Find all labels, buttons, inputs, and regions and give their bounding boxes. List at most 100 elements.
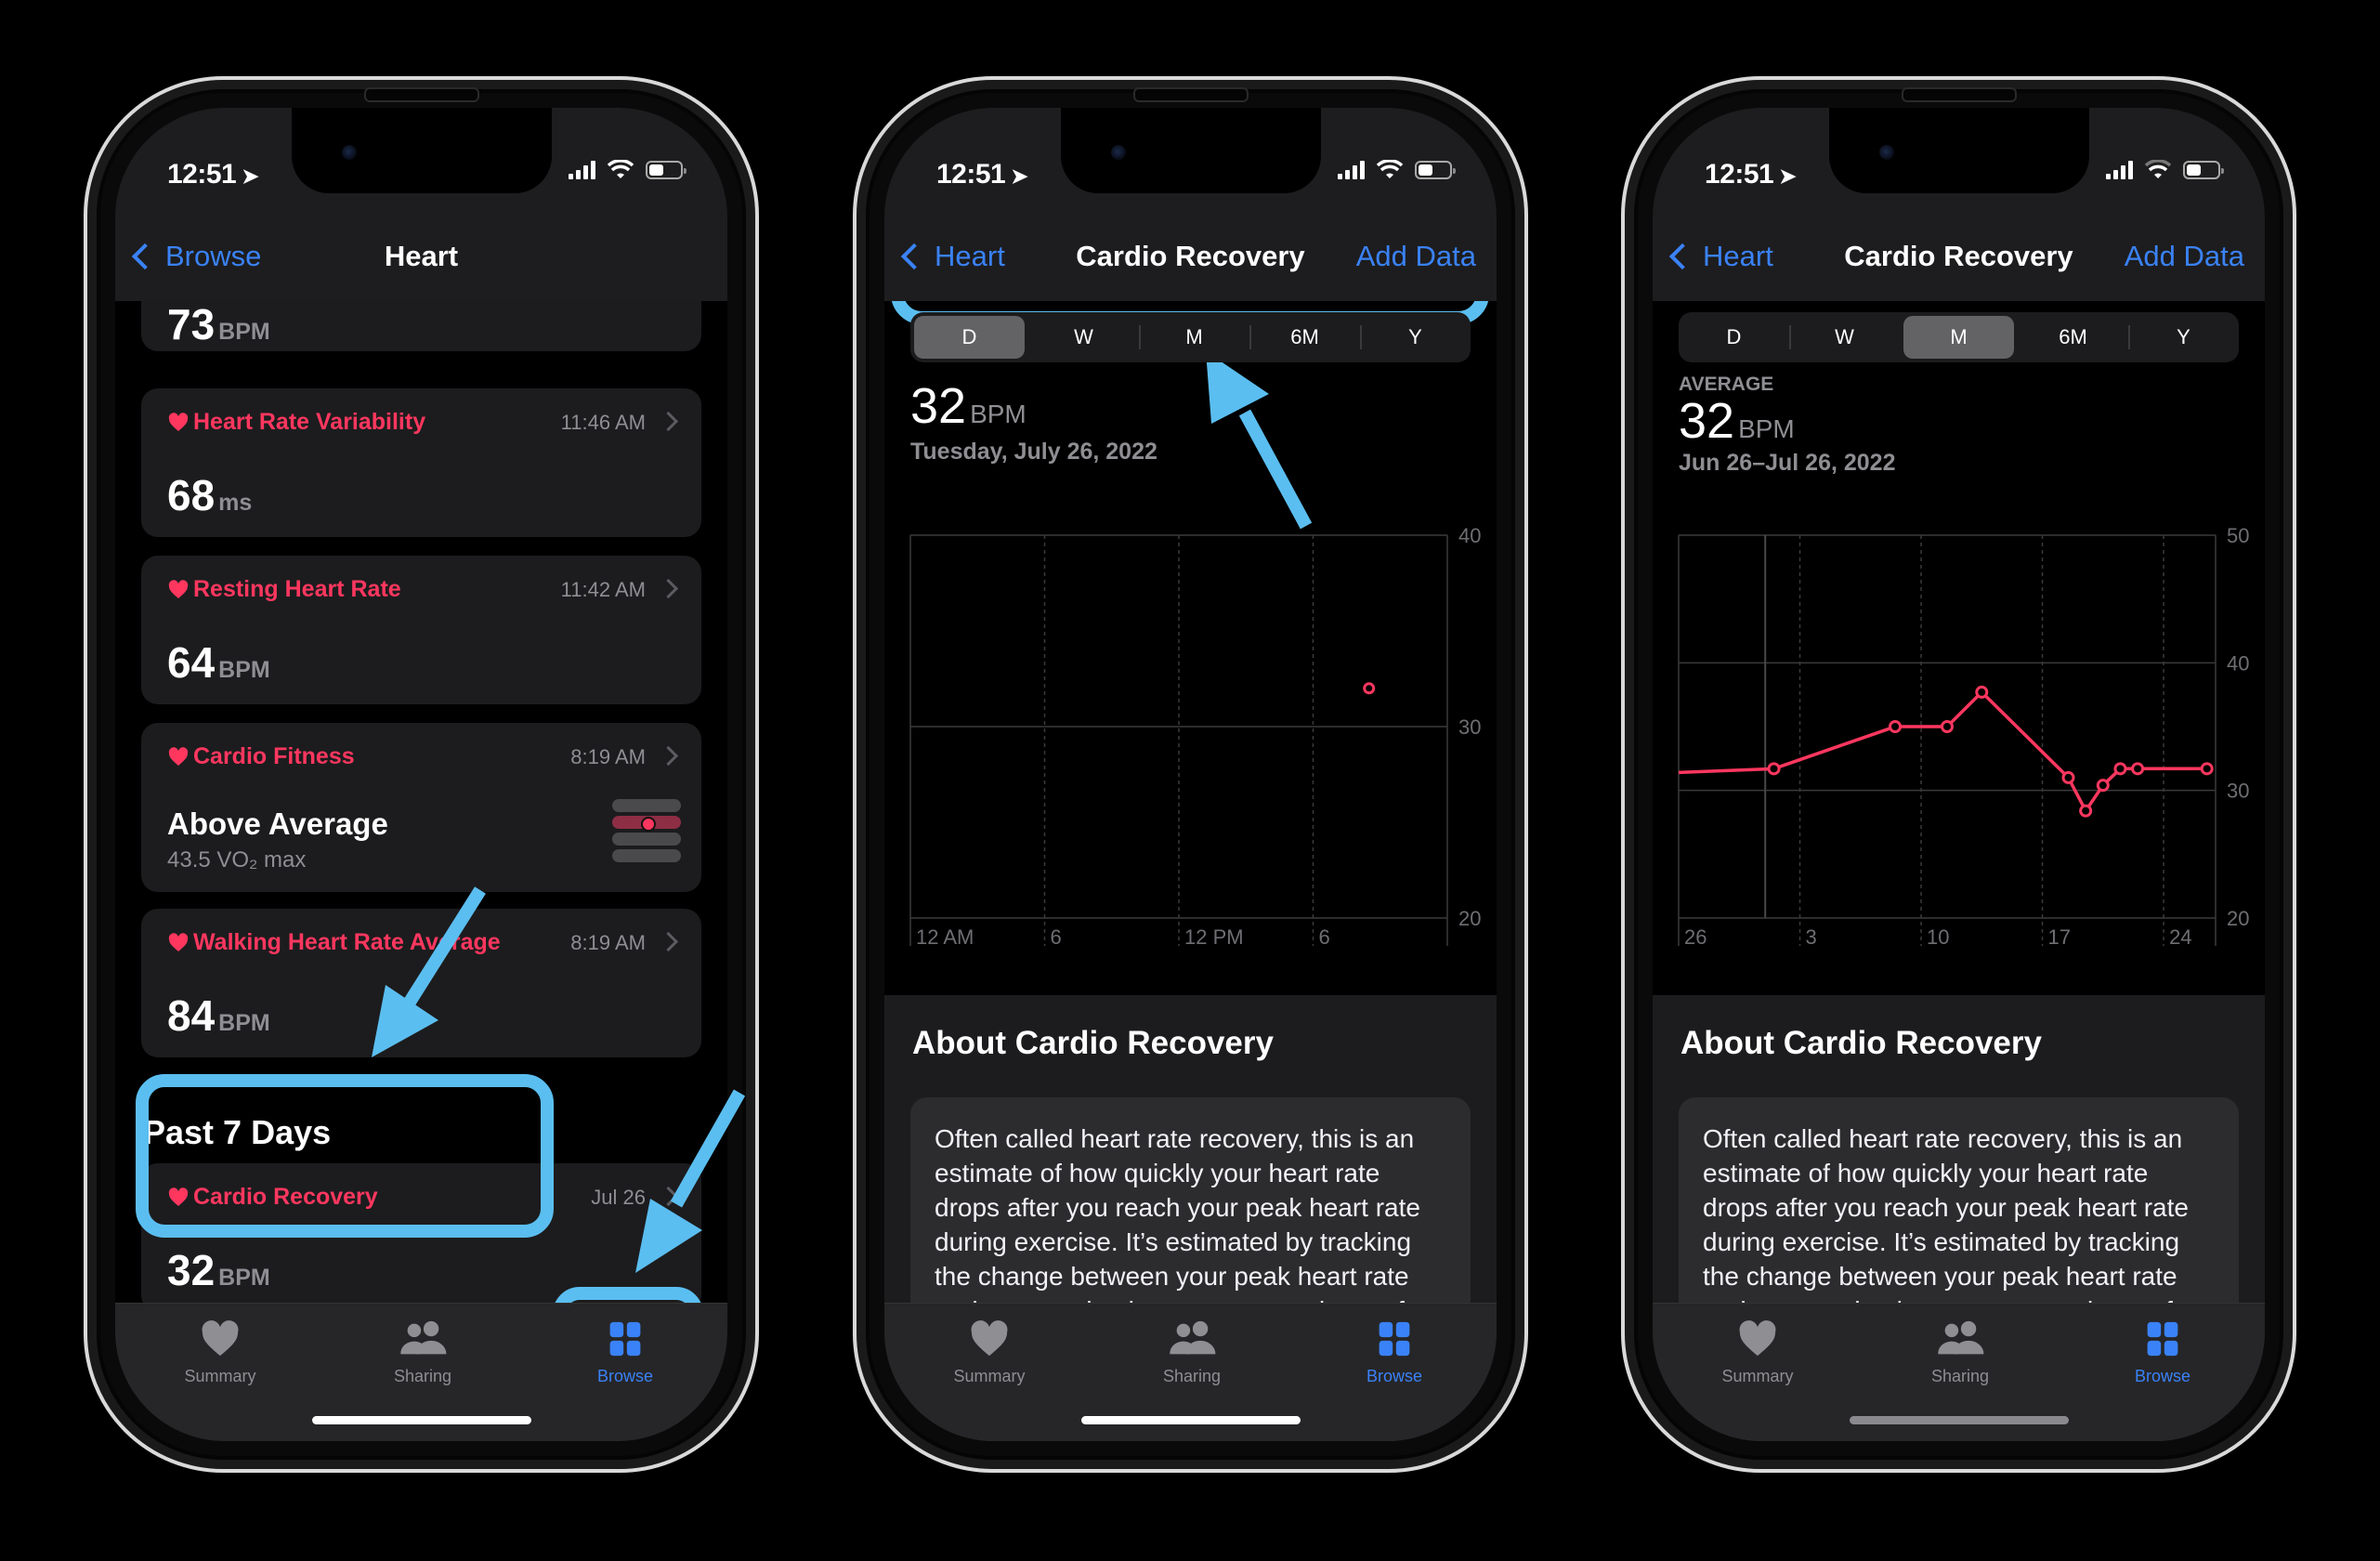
chart-y-tick-label: 20 bbox=[2227, 907, 2249, 930]
tab-browse[interactable]: Browse bbox=[1325, 1318, 1464, 1386]
segment-week[interactable]: W bbox=[1028, 312, 1139, 362]
add-data-button[interactable]: Add Data bbox=[1356, 240, 1476, 273]
chevron-right-icon bbox=[658, 1186, 679, 1207]
grid-icon bbox=[2147, 1321, 2178, 1357]
tab-sharing[interactable]: Sharing bbox=[353, 1318, 492, 1386]
heart-icon bbox=[168, 1187, 189, 1206]
wifi-icon bbox=[2144, 160, 2172, 178]
chart-data-point bbox=[2131, 762, 2145, 776]
chart-x-tick-label: 6 bbox=[1051, 925, 1062, 949]
heart-icon bbox=[168, 746, 189, 766]
cardio-recovery-card[interactable]: Cardio Recovery Jul 26 32 BPM bbox=[141, 1163, 701, 1312]
earpiece-speaker bbox=[1901, 87, 2017, 102]
battery-icon bbox=[646, 161, 687, 179]
phone-heart-list: 12:51 ➤ Browse Heart 73 BPM Heart Rate Var… bbox=[84, 76, 759, 1473]
tab-sharing[interactable]: Sharing bbox=[1890, 1318, 2030, 1386]
front-camera bbox=[341, 145, 357, 160]
chart-data-point bbox=[1941, 720, 1954, 733]
resting-heart-rate-card[interactable]: Resting Heart Rate 11:42 AM 64 BPM bbox=[141, 556, 701, 704]
location-arrow-icon: ➤ bbox=[1779, 164, 1797, 188]
chart-data-point bbox=[1889, 720, 1903, 733]
grid-icon bbox=[609, 1321, 641, 1357]
cellular-signal-icon bbox=[1338, 161, 1365, 179]
segment-day[interactable]: D bbox=[1679, 312, 1789, 362]
chart-y-tick-label: 30 bbox=[2227, 780, 2249, 803]
chevron-right-icon bbox=[658, 411, 679, 432]
earpiece-speaker bbox=[1132, 87, 1249, 102]
segment-day[interactable]: D bbox=[914, 316, 1025, 359]
chart-data-point bbox=[2096, 779, 2110, 793]
status-time: 12:51 bbox=[167, 159, 237, 190]
chart-x-tick-label: 6 bbox=[1319, 925, 1330, 949]
location-arrow-icon: ➤ bbox=[1011, 164, 1028, 188]
chart-data-point bbox=[2079, 804, 2093, 818]
phone-cardio-recovery-day: 12:51 ➤ Heart Cardio Recovery Add Data D … bbox=[853, 76, 1528, 1473]
chart-x-tick-label: 12 AM bbox=[916, 925, 974, 949]
chevron-right-icon bbox=[658, 931, 679, 952]
chart-y-tick-label: 40 bbox=[1458, 524, 1481, 547]
time-range-segmented-control: D W M 6M Y bbox=[1679, 312, 2239, 362]
notch bbox=[1060, 108, 1321, 193]
chart-y-tick-label: 20 bbox=[1458, 907, 1481, 930]
about-title: About Cardio Recovery bbox=[1680, 1025, 2042, 1061]
phone-cardio-recovery-month: 12:51 ➤ Heart Cardio Recovery Add Data D … bbox=[1621, 76, 2296, 1473]
home-indicator[interactable] bbox=[1849, 1416, 2069, 1424]
section-header-past-7-days: Past 7 Days bbox=[143, 1113, 332, 1151]
chart-data-point bbox=[1363, 682, 1376, 695]
tab-summary[interactable]: Summary bbox=[150, 1318, 290, 1386]
battery-icon bbox=[1415, 161, 1456, 179]
tab-browse[interactable]: Browse bbox=[2093, 1318, 2232, 1386]
chart-x-tick-label: 12 PM bbox=[1184, 925, 1244, 949]
chart-x-tick-label: 24 bbox=[2169, 925, 2191, 949]
home-indicator[interactable] bbox=[1080, 1416, 1301, 1424]
earpiece-speaker bbox=[363, 87, 479, 102]
screen: 12:51 ➤ Heart Cardio Recovery Add Data D … bbox=[884, 108, 1497, 1441]
chart-data-point bbox=[2200, 762, 2214, 776]
status-time: 12:51 bbox=[1705, 159, 1774, 190]
tab-browse[interactable]: Browse bbox=[556, 1318, 695, 1386]
people-icon bbox=[1938, 1320, 1984, 1355]
add-data-button[interactable]: Add Data bbox=[2125, 240, 2244, 273]
heart-metrics-list: 73 BPM Heart Rate Variability 11:46 AM 68… bbox=[115, 108, 727, 1441]
front-camera bbox=[1110, 145, 1126, 160]
chart-data-point bbox=[2061, 770, 2075, 784]
walking-heart-rate-card[interactable]: Walking Heart Rate Average 8:19 AM 84 BPM bbox=[141, 909, 701, 1057]
segment-month[interactable]: M bbox=[1139, 312, 1249, 362]
heart-icon bbox=[168, 932, 189, 951]
tab-summary[interactable]: Summary bbox=[1688, 1318, 1827, 1386]
hrv-card[interactable]: Heart Rate Variability 11:46 AM 68 ms bbox=[141, 388, 701, 537]
chart-x-tick-label: 17 bbox=[2048, 925, 2071, 949]
page-title: Heart bbox=[384, 240, 459, 272]
people-icon bbox=[400, 1320, 447, 1355]
chart-y-tick-label: 40 bbox=[2227, 651, 2249, 675]
segment-year[interactable]: Y bbox=[1360, 312, 1471, 362]
segment-6-months[interactable]: 6M bbox=[1249, 312, 1360, 362]
chart-data-point bbox=[1767, 762, 1781, 776]
screen: 12:51 ➤ Browse Heart 73 BPM Heart Rate Var… bbox=[115, 108, 727, 1441]
heart-icon bbox=[168, 412, 189, 431]
cardio-fitness-gauge-icon bbox=[612, 799, 681, 866]
segment-week[interactable]: W bbox=[1789, 312, 1900, 362]
tab-sharing[interactable]: Sharing bbox=[1122, 1318, 1262, 1386]
segment-month[interactable]: M bbox=[1903, 316, 2014, 359]
home-indicator[interactable] bbox=[311, 1416, 531, 1424]
chevron-right-icon bbox=[658, 745, 679, 767]
front-camera bbox=[1878, 145, 1894, 160]
about-title: About Cardio Recovery bbox=[912, 1025, 1274, 1061]
chart-x-tick-label: 3 bbox=[1806, 925, 1817, 949]
chart-data-point bbox=[2113, 762, 2127, 776]
grid-icon bbox=[1379, 1321, 1410, 1357]
location-arrow-icon: ➤ bbox=[242, 164, 259, 188]
chevron-right-icon bbox=[658, 578, 679, 599]
heart-icon bbox=[1739, 1320, 1776, 1357]
segment-6-months[interactable]: 6M bbox=[2018, 312, 2128, 362]
cardio-fitness-card[interactable]: Cardio Fitness 8:19 AM Above Average 43.… bbox=[141, 723, 701, 892]
time-range-segmented-control: D W M 6M Y bbox=[910, 312, 1471, 362]
chart-x-tick-label: 10 bbox=[1927, 925, 1949, 949]
heart-icon bbox=[168, 579, 189, 598]
notch bbox=[291, 108, 552, 193]
cellular-signal-icon bbox=[569, 161, 595, 179]
segment-year[interactable]: Y bbox=[2128, 312, 2239, 362]
notch bbox=[1828, 108, 2089, 193]
tab-summary[interactable]: Summary bbox=[920, 1318, 1059, 1386]
